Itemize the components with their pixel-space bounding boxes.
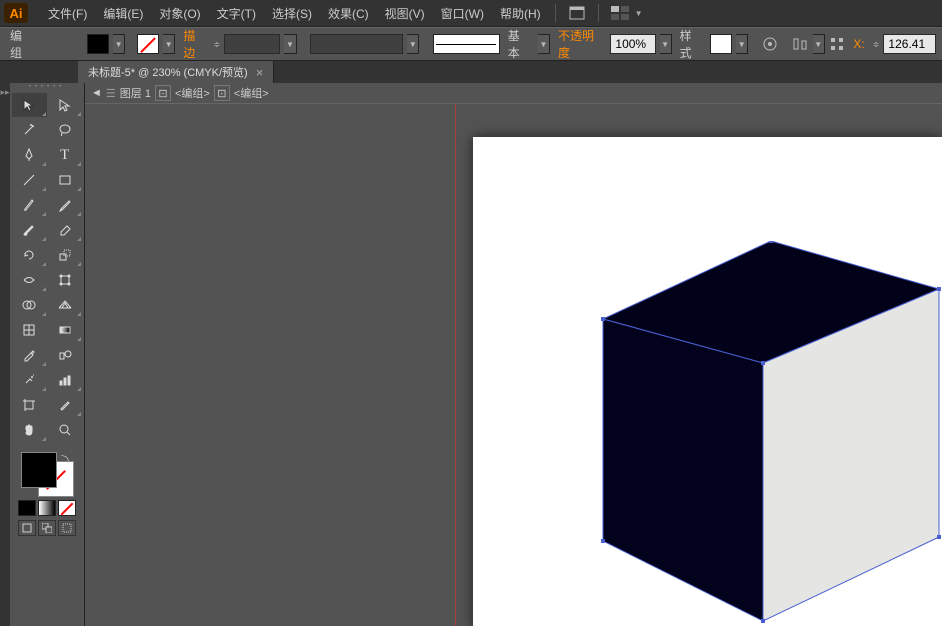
tab-close-icon[interactable]: × xyxy=(256,65,264,80)
paintbrush-tool[interactable] xyxy=(12,193,47,217)
gradient-tool[interactable] xyxy=(48,318,83,342)
breadcrumb-group2[interactable]: <编组> xyxy=(234,85,269,101)
artboard-tool[interactable] xyxy=(12,393,47,417)
stroke-type-field[interactable] xyxy=(310,34,403,54)
stroke-link[interactable]: 描边 xyxy=(183,27,205,61)
menu-effect[interactable]: 效果(C) xyxy=(320,1,377,26)
menu-object[interactable]: 对象(O) xyxy=(151,1,208,26)
style-dropdown[interactable]: ▼ xyxy=(736,34,748,54)
app-logo: Ai xyxy=(4,3,28,23)
menu-file[interactable]: 文件(F) xyxy=(40,1,95,26)
selection-label: 编组 xyxy=(10,27,32,61)
x-position-field[interactable]: 126.41 xyxy=(883,34,936,54)
artboard xyxy=(473,137,942,626)
stroke-dropdown[interactable]: ▼ xyxy=(163,34,175,54)
eyedropper-tool[interactable] xyxy=(12,343,47,367)
opacity-link[interactable]: 不透明度 xyxy=(558,27,602,61)
style-swatch[interactable] xyxy=(710,34,732,54)
stroke-profile-label: 基本 xyxy=(508,27,530,61)
symbol-sprayer-tool[interactable] xyxy=(12,368,47,392)
fill-color-swatch[interactable] xyxy=(21,452,57,488)
free-transform-tool[interactable] xyxy=(48,268,83,292)
transform-icon[interactable] xyxy=(829,35,846,53)
isolation-breadcrumb: ◄ ☰ 图层 1 ⊡ <编组> ⊡ <编组> xyxy=(85,83,942,104)
recolor-icon[interactable] xyxy=(762,35,779,53)
stroke-type-dropdown[interactable]: ▼ xyxy=(407,34,419,54)
menu-divider xyxy=(555,4,556,22)
canvas-area: ◄ ☰ 图层 1 ⊡ <编组> ⊡ <编组> xyxy=(85,83,942,626)
menu-edit[interactable]: 编辑(E) xyxy=(95,1,151,26)
menu-divider xyxy=(598,4,599,22)
document-tab[interactable]: 未标题-5* @ 230% (CMYK/预览) × xyxy=(78,61,274,83)
fill-swatch[interactable] xyxy=(87,34,109,54)
fill-dropdown[interactable]: ▼ xyxy=(113,34,125,54)
canvas-viewport[interactable] xyxy=(85,104,942,626)
stroke-swatch[interactable] xyxy=(137,34,159,54)
style-label: 样式 xyxy=(680,27,702,61)
breadcrumb-layer[interactable]: 图层 1 xyxy=(120,85,151,101)
opacity-dropdown[interactable]: ▼ xyxy=(660,34,672,54)
panel-expand-arrow[interactable]: ▸▸ xyxy=(0,83,10,626)
bleed-guide xyxy=(455,104,456,626)
main-area: ▸▸ •••••• T xyxy=(0,83,942,626)
stroke-weight-dropdown[interactable]: ▼ xyxy=(284,34,296,54)
breadcrumb-target-icon[interactable]: ⊡ xyxy=(214,85,230,101)
tool-panel: •••••• T xyxy=(10,83,85,626)
stroke-profile-dropdown[interactable]: ▼ xyxy=(538,34,550,54)
align-dropdown[interactable]: ▼ xyxy=(813,34,825,54)
pen-tool[interactable] xyxy=(12,143,47,167)
eraser-tool[interactable] xyxy=(48,218,83,242)
draw-inside-mode[interactable] xyxy=(58,520,76,536)
color-mode-none[interactable] xyxy=(58,500,76,516)
layers-icon: ☰ xyxy=(106,87,116,100)
zoom-tool[interactable] xyxy=(48,418,83,442)
breadcrumb-back[interactable]: ◄ xyxy=(91,87,102,99)
menu-type[interactable]: 文字(T) xyxy=(209,1,264,26)
menu-bar: Ai 文件(F) 编辑(E) 对象(O) 文字(T) 选择(S) 效果(C) 视… xyxy=(0,0,942,27)
width-tool[interactable] xyxy=(12,268,47,292)
perspective-grid-tool[interactable] xyxy=(48,293,83,317)
color-mode-gradient[interactable] xyxy=(38,500,56,516)
lasso-tool[interactable] xyxy=(48,118,83,142)
mesh-tool[interactable] xyxy=(12,318,47,342)
layout-icon[interactable] xyxy=(566,3,588,23)
rectangle-tool[interactable] xyxy=(48,168,83,192)
document-tab-bar: 未标题-5* @ 230% (CMYK/预览) × xyxy=(0,61,942,83)
draw-behind-mode[interactable] xyxy=(38,520,56,536)
direct-selection-tool[interactable] xyxy=(48,93,83,117)
column-graph-tool[interactable] xyxy=(48,368,83,392)
pencil-tool[interactable] xyxy=(48,193,83,217)
rotate-tool[interactable] xyxy=(12,243,47,267)
hand-tool[interactable] xyxy=(12,418,47,442)
breadcrumb-group1[interactable]: <编组> xyxy=(175,85,210,101)
stroke-weight-field[interactable] xyxy=(224,34,280,54)
control-bar: 编组 ▼ ▼ 描边 ≑ ▼ ▼ 基本 ▼ 不透明度 100% ▼ 样式 ▼ ▼ … xyxy=(0,27,942,61)
color-mode-solid[interactable] xyxy=(18,500,36,516)
opacity-field[interactable]: 100% xyxy=(610,34,655,54)
menu-window[interactable]: 窗口(W) xyxy=(433,1,492,26)
type-tool[interactable]: T xyxy=(48,143,83,167)
draw-normal-mode[interactable] xyxy=(18,520,36,536)
tool-panel-handle[interactable]: •••••• xyxy=(10,83,84,91)
blend-tool[interactable] xyxy=(48,343,83,367)
color-controls: ⤵ xyxy=(10,448,84,540)
document-tab-title: 未标题-5* @ 230% (CMYK/预览) xyxy=(88,64,248,80)
cube-object[interactable] xyxy=(591,241,942,626)
blob-brush-tool[interactable] xyxy=(12,218,47,242)
stroke-profile-preview[interactable] xyxy=(433,34,500,54)
workspace-icon[interactable] xyxy=(609,3,631,23)
menu-select[interactable]: 选择(S) xyxy=(264,1,320,26)
line-tool[interactable] xyxy=(12,168,47,192)
magic-wand-tool[interactable] xyxy=(12,118,47,142)
menu-help[interactable]: 帮助(H) xyxy=(492,1,549,26)
selection-tool[interactable] xyxy=(12,93,47,117)
menu-view[interactable]: 视图(V) xyxy=(377,1,433,26)
shape-builder-tool[interactable] xyxy=(12,293,47,317)
breadcrumb-target-icon[interactable]: ⊡ xyxy=(155,85,171,101)
align-icon[interactable] xyxy=(792,35,809,53)
slice-tool[interactable] xyxy=(48,393,83,417)
scale-tool[interactable] xyxy=(48,243,83,267)
